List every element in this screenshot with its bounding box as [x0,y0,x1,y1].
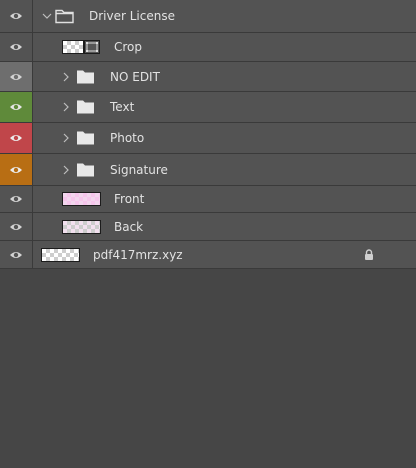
layer-name: Back [114,219,144,234]
eye-icon [10,13,22,19]
visibility-toggle[interactable] [0,154,33,185]
chevron-right-icon[interactable] [62,102,70,112]
eye-icon [10,251,22,258]
layer-front[interactable]: Front [0,186,416,213]
chevron-right-icon[interactable] [62,72,70,82]
layer-name: Signature [110,162,168,177]
folder-icon [76,162,95,177]
layer-name: NO EDIT [110,69,160,84]
eye-icon [10,104,22,110]
visibility-toggle[interactable] [0,186,33,212]
eye-icon [10,196,22,202]
eye-icon [10,73,22,80]
layer-back[interactable]: Back [0,213,416,241]
visibility-toggle[interactable] [0,123,33,153]
chevron-right-icon[interactable] [62,133,70,143]
layer-thumbnail [62,219,101,234]
layer-crop[interactable]: Crop [0,33,416,62]
eye-icon [10,223,22,230]
layer-name: Crop [114,40,143,54]
visibility-toggle[interactable] [0,92,33,122]
layer-thumbnail [62,40,84,54]
layer-name: Photo [110,131,145,145]
layer-signature[interactable]: Signature [0,154,416,186]
eye-icon [10,44,22,50]
layer-no-edit[interactable]: NO EDIT [0,62,416,92]
vector-mask-icon [84,40,100,54]
layer-thumbnail [41,247,80,262]
layer-photo[interactable]: Photo [0,123,416,154]
visibility-toggle[interactable] [0,0,33,32]
layer-driver-license[interactable]: Driver License [0,0,416,33]
folder-icon [76,131,95,146]
layer-pdf417mrz[interactable]: pdf417mrz.xyz [0,241,416,269]
layers-panel: Driver License Crop NO EDIT Text Photo S… [0,0,416,468]
visibility-toggle[interactable] [0,241,33,268]
layer-name: Driver License [89,9,175,23]
eye-icon [10,135,22,141]
visibility-toggle[interactable] [0,213,33,240]
chevron-down-icon[interactable] [42,11,52,21]
chevron-right-icon[interactable] [62,165,70,175]
layer-thumbnail [62,192,101,206]
visibility-toggle[interactable] [0,62,33,91]
eye-icon [10,166,22,173]
folder-icon [55,9,74,24]
folder-icon [76,100,95,115]
layer-name: Front [114,192,145,206]
layer-name: pdf417mrz.xyz [93,247,183,262]
lock-icon [364,248,374,261]
layer-name: Text [110,100,135,114]
layer-text[interactable]: Text [0,92,416,123]
visibility-toggle[interactable] [0,33,33,61]
folder-icon [76,69,95,84]
